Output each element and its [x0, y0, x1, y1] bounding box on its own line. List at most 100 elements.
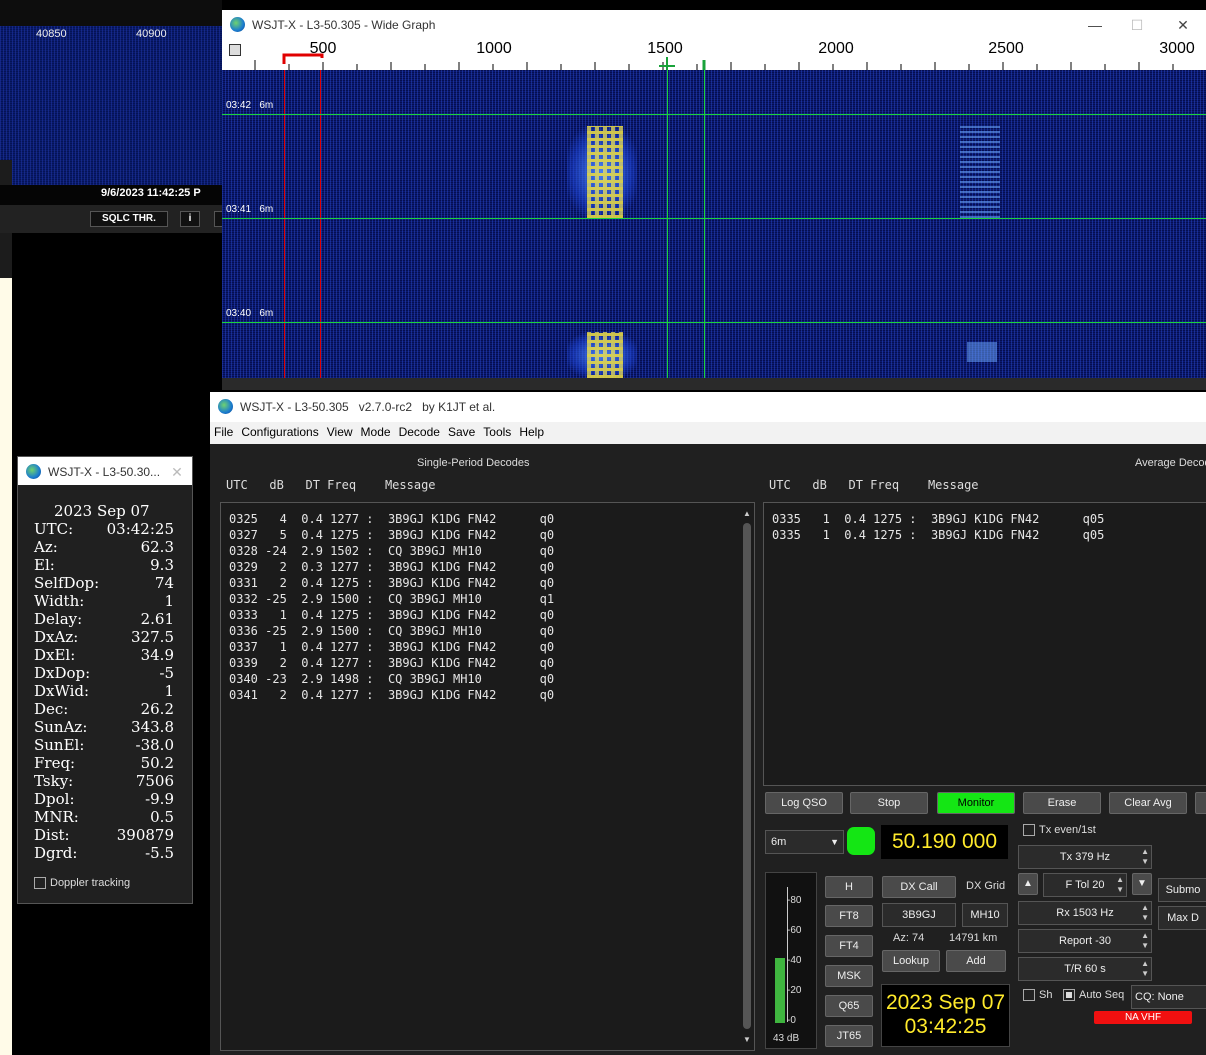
background-spectrum: 40850 40900: [0, 0, 222, 185]
lookup-button[interactable]: Lookup: [882, 950, 940, 972]
timestamp-label: 03:40 6m: [226, 308, 274, 319]
tr-period-spinbox[interactable]: T/R 60 s ▲ ▼: [1018, 957, 1152, 981]
tx-down-icon[interactable]: ▼: [1132, 873, 1152, 895]
menu-file[interactable]: File: [212, 422, 235, 442]
band-select[interactable]: 6m ▼: [765, 830, 844, 854]
monitor-button[interactable]: Monitor: [937, 792, 1015, 814]
menu-save[interactable]: Save: [446, 422, 477, 442]
frequency-scale[interactable]: 500 1000 1500 2000 2500 3000: [222, 40, 1206, 70]
menu-mode[interactable]: Mode: [359, 422, 393, 442]
astro-titlebar[interactable]: WSJT-X - L3-50.30... ✕: [18, 457, 192, 485]
decode-line[interactable]: 0325 4 0.4 1277 : 3B9GJ K1DG FN42 q0: [229, 511, 554, 527]
cq-select[interactable]: CQ: None: [1131, 985, 1206, 1009]
rx-frequency-spinbox[interactable]: Rx 1503 Hz ▲ ▼: [1018, 901, 1152, 925]
clear-avg-button[interactable]: Clear Avg: [1109, 792, 1187, 814]
spin-arrows-icon[interactable]: ▲ ▼: [1141, 931, 1149, 951]
astro-value: 390879: [116, 826, 174, 844]
menu-tools[interactable]: Tools: [481, 422, 513, 442]
version-label: v2.7.0-rc2: [358, 400, 413, 414]
max-drift-button[interactable]: Max D: [1158, 906, 1206, 930]
period-separator: [222, 114, 1206, 115]
scroll-up-icon[interactable]: ▲: [743, 509, 751, 518]
connection-status-indicator[interactable]: [847, 827, 875, 855]
scale-label: 1000: [476, 40, 512, 57]
submode-button[interactable]: Submo: [1158, 878, 1206, 902]
spin-arrows-icon[interactable]: ▲ ▼: [1141, 903, 1149, 923]
decode-line[interactable]: 0335 1 0.4 1275 : 3B9GJ K1DG FN42 q05: [772, 527, 1104, 543]
signal-trace: [967, 342, 997, 362]
decode-line[interactable]: 0327 5 0.4 1275 : 3B9GJ K1DG FN42 q0: [229, 527, 554, 543]
q65-mode-button[interactable]: Q65: [825, 995, 873, 1017]
minimize-icon[interactable]: —: [1084, 14, 1106, 36]
meter-tick: -20: [787, 985, 802, 996]
waterfall-display[interactable]: 03:42 6m 03:41 6m 03:40 6m: [222, 70, 1206, 378]
dx-call-button[interactable]: DX Call: [882, 876, 956, 898]
decode-line[interactable]: 0331 2 0.4 1275 : 3B9GJ K1DG FN42 q0: [229, 575, 554, 591]
meter-tick: -40: [787, 955, 802, 966]
checkbox-checked-icon: [1063, 989, 1075, 1002]
scrollbar-thumb[interactable]: [743, 523, 751, 1029]
scrollbar[interactable]: ▲ ▼: [742, 509, 752, 1044]
maximize-icon[interactable]: ☐: [1126, 14, 1148, 36]
astro-value: -5: [159, 664, 174, 682]
close-icon[interactable]: ✕: [1172, 14, 1194, 36]
signal-trace: [587, 126, 623, 218]
scroll-down-icon[interactable]: ▼: [743, 1035, 751, 1044]
sh-checkbox[interactable]: Sh: [1023, 989, 1052, 1002]
decode-line[interactable]: 0332 -25 2.9 1500 : CQ 3B9GJ MH10 q1: [229, 591, 554, 607]
main-titlebar[interactable]: WSJT-X - L3-50.305 v2.7.0-rc2 by K1JT et…: [210, 392, 1206, 422]
single-period-title: Single-Period Decodes: [417, 457, 530, 469]
tx-even-checkbox[interactable]: Tx even/1st: [1023, 824, 1096, 837]
msk-mode-button[interactable]: MSK: [825, 965, 873, 987]
stop-button[interactable]: Stop: [850, 792, 928, 814]
info-button[interactable]: i: [180, 211, 200, 227]
tx-frequency-spinbox[interactable]: Tx 379 Hz ▲ ▼: [1018, 845, 1152, 869]
dial-frequency[interactable]: 50.190 000: [881, 825, 1008, 859]
astro-key: SelfDop:: [34, 574, 100, 592]
spin-arrows-icon[interactable]: ▲ ▼: [1141, 847, 1149, 867]
jt65-mode-button[interactable]: JT65: [825, 1025, 873, 1047]
auto-seq-checkbox[interactable]: Auto Seq: [1063, 989, 1124, 1002]
ftol-spinbox[interactable]: F Tol 20 ▲ ▼: [1043, 873, 1127, 897]
h-mode-button[interactable]: H: [825, 876, 873, 898]
astro-value: 1: [164, 682, 174, 700]
wide-graph-titlebar[interactable]: WSJT-X - L3-50.305 - Wide Graph — ☐ ✕: [222, 10, 1206, 40]
decode-line[interactable]: 0341 2 0.4 1277 : 3B9GJ K1DG FN42 q0: [229, 687, 554, 703]
menu-help[interactable]: Help: [517, 422, 546, 442]
single-decodes-list[interactable]: 0325 4 0.4 1277 : 3B9GJ K1DG FN42 q0 032…: [220, 502, 755, 1051]
window-title: WSJT-X - L3-50.305: [240, 400, 349, 414]
decode-line[interactable]: 0335 1 0.4 1275 : 3B9GJ K1DG FN42 q05: [772, 511, 1104, 527]
spin-arrows-icon[interactable]: ▲ ▼: [1116, 875, 1124, 895]
decode-button[interactable]: [1195, 792, 1206, 814]
ft4-mode-button[interactable]: FT4: [825, 935, 873, 957]
decode-line[interactable]: 0328 -24 2.9 1502 : CQ 3B9GJ MH10 q0: [229, 543, 554, 559]
ft8-mode-button[interactable]: FT8: [825, 905, 873, 927]
dx-call-input[interactable]: 3B9GJ: [882, 903, 956, 927]
log-qso-button[interactable]: Log QSO: [765, 792, 843, 814]
scale-ticks: [254, 53, 1174, 70]
decode-line[interactable]: 0340 -23 2.9 1498 : CQ 3B9GJ MH10 q0: [229, 671, 554, 687]
report-spinbox[interactable]: Report -30 ▲ ▼: [1018, 929, 1152, 953]
dx-grid-input[interactable]: MH10: [962, 903, 1008, 927]
decode-line[interactable]: 0333 1 0.4 1275 : 3B9GJ K1DG FN42 q0: [229, 607, 554, 623]
average-decodes-list[interactable]: 0335 1 0.4 1275 : 3B9GJ K1DG FN42 q05 03…: [763, 502, 1206, 786]
erase-button[interactable]: Erase: [1023, 792, 1101, 814]
tx-marker-line: [667, 70, 668, 378]
sqlc-button[interactable]: SQLC THR.: [90, 211, 168, 227]
decode-line[interactable]: 0337 1 0.4 1277 : 3B9GJ K1DG FN42 q0: [229, 639, 554, 655]
astro-value: 74: [154, 574, 174, 592]
decode-lines: 0335 1 0.4 1275 : 3B9GJ K1DG FN42 q05 03…: [772, 511, 1104, 543]
decode-line[interactable]: 0339 2 0.4 1277 : 3B9GJ K1DG FN42 q0: [229, 655, 554, 671]
doppler-tracking-checkbox[interactable]: Doppler tracking: [34, 877, 130, 890]
timestamp-label: 03:41 6m: [226, 204, 274, 215]
menu-configurations[interactable]: Configurations: [239, 422, 320, 442]
decode-line[interactable]: 0329 2 0.3 1277 : 3B9GJ K1DG FN42 q0: [229, 559, 554, 575]
menu-decode[interactable]: Decode: [397, 422, 442, 442]
tx-up-icon[interactable]: ▲: [1018, 873, 1038, 895]
menu-view[interactable]: View: [325, 422, 355, 442]
background-datetime: 9/6/2023 11:42:25 P: [101, 187, 201, 199]
add-button[interactable]: Add: [946, 950, 1006, 972]
spin-arrows-icon[interactable]: ▲ ▼: [1141, 959, 1149, 979]
decode-line[interactable]: 0336 -25 2.9 1500 : CQ 3B9GJ MH10 q0: [229, 623, 554, 639]
close-icon[interactable]: ✕: [166, 461, 188, 483]
